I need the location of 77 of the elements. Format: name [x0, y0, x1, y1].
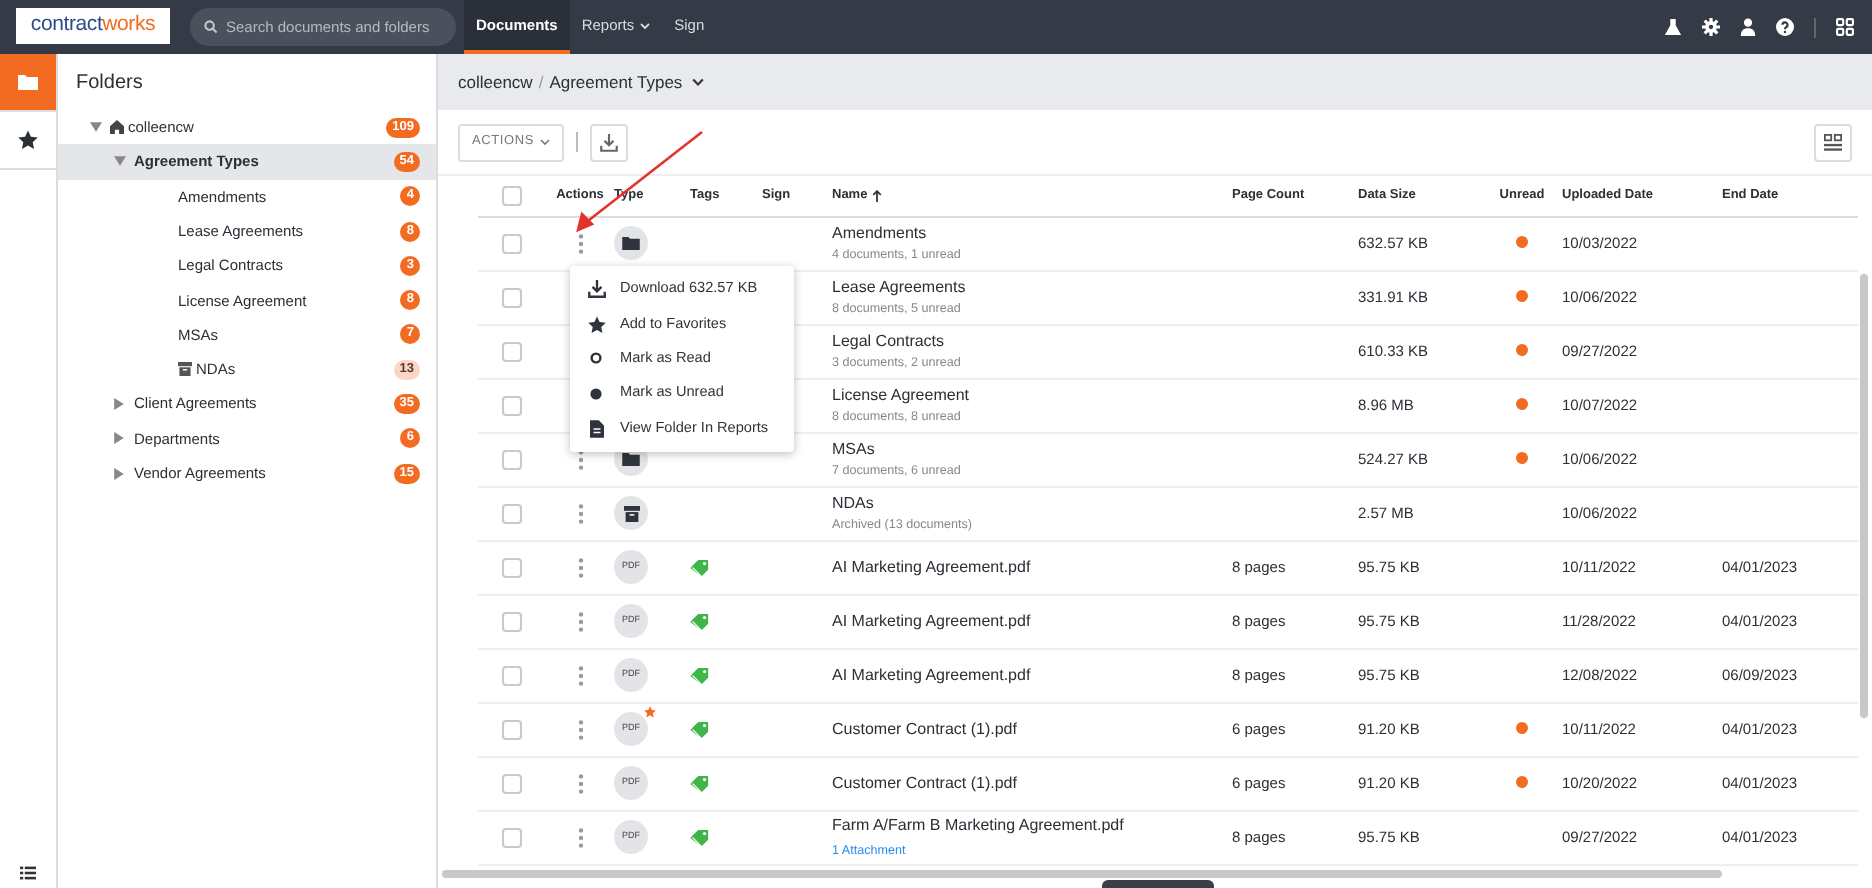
file-name[interactable]: AI Marketing Agreement.pdf — [832, 663, 1232, 687]
checkbox[interactable] — [502, 773, 522, 794]
checkbox[interactable] — [502, 719, 522, 740]
breadcrumb-link[interactable]: colleencw — [458, 69, 533, 95]
download-icon — [587, 280, 605, 299]
drag-handle[interactable] — [1102, 880, 1214, 888]
checkbox[interactable] — [502, 341, 522, 362]
circle-outline-icon — [590, 352, 602, 365]
collapsed-caret-icon[interactable] — [114, 467, 124, 480]
more-actions-icon[interactable] — [577, 557, 583, 578]
checkbox[interactable] — [502, 395, 522, 416]
more-actions-icon[interactable] — [577, 665, 583, 686]
caret-icon[interactable] — [692, 78, 705, 86]
tag-icon[interactable] — [690, 775, 712, 792]
checkbox[interactable] — [502, 503, 522, 524]
document-icon — [589, 419, 603, 438]
folder-icon — [18, 74, 38, 90]
file-name[interactable]: AI Marketing Agreement.pdf — [832, 555, 1232, 579]
layout-icon — [1824, 133, 1842, 151]
breadcrumb-separator: / — [538, 69, 544, 95]
checkbox[interactable] — [502, 611, 522, 632]
tag-icon[interactable] — [690, 667, 712, 684]
download-button[interactable] — [590, 123, 628, 161]
flask-icon[interactable] — [1664, 18, 1682, 36]
more-actions-icon[interactable] — [577, 719, 583, 740]
home-icon — [110, 120, 124, 135]
scrollbar[interactable] — [1860, 274, 1868, 718]
logo: contractworks — [16, 8, 170, 44]
folder-icon — [622, 236, 640, 250]
tag-icon[interactable] — [690, 721, 712, 738]
file-name[interactable]: Farm A/Farm B Marketing Agreement.pdf — [832, 813, 1232, 838]
checkbox[interactable] — [502, 233, 522, 254]
caret-icon — [640, 21, 651, 29]
caret-icon — [540, 138, 550, 146]
download-icon — [600, 133, 618, 151]
scrollbar[interactable] — [442, 870, 1722, 878]
file-name[interactable]: License Agreement — [832, 383, 1232, 408]
checkbox[interactable] — [502, 665, 522, 686]
apps-grid-icon[interactable] — [1836, 18, 1854, 36]
filled-circle-icon — [590, 387, 602, 400]
checkbox[interactable] — [502, 185, 522, 206]
more-actions-icon[interactable] — [577, 233, 583, 254]
breadcrumb-link[interactable]: Agreement Types — [549, 69, 683, 95]
user-icon[interactable] — [1740, 18, 1756, 36]
star-icon — [587, 315, 605, 334]
settings-icon[interactable] — [1702, 18, 1720, 36]
expanded-caret-icon[interactable] — [90, 122, 102, 133]
checkbox[interactable] — [502, 449, 522, 470]
file-name[interactable]: Legal Contracts — [832, 329, 1232, 354]
file-name[interactable]: Customer Contract (1).pdf — [832, 771, 1232, 795]
file-name[interactable]: Amendments — [832, 221, 1232, 246]
collapsed-caret-icon[interactable] — [114, 432, 124, 445]
sort-up-icon — [871, 189, 882, 202]
file-name[interactable]: NDAs — [832, 491, 1232, 516]
tag-icon[interactable] — [690, 613, 712, 630]
file-name[interactable]: MSAs — [832, 437, 1232, 462]
tag-icon[interactable] — [690, 829, 712, 846]
help-icon[interactable] — [1776, 18, 1794, 36]
archive-icon — [623, 505, 639, 521]
more-actions-icon[interactable] — [577, 611, 583, 632]
expanded-caret-icon[interactable] — [114, 156, 126, 167]
panel-title: Folders — [76, 69, 143, 97]
checkbox[interactable] — [502, 287, 522, 308]
view-toggle-button[interactable] — [1814, 123, 1852, 161]
file-name[interactable]: Customer Contract (1).pdf — [832, 717, 1232, 741]
checkbox[interactable] — [502, 827, 522, 848]
file-name[interactable]: Lease Agreements — [832, 275, 1232, 300]
archive-icon — [178, 362, 192, 377]
file-name[interactable]: AI Marketing Agreement.pdf — [832, 609, 1232, 633]
more-actions-icon[interactable] — [577, 503, 583, 524]
tag-icon[interactable] — [690, 559, 712, 576]
more-actions-icon[interactable] — [577, 773, 583, 794]
checkbox[interactable] — [502, 557, 522, 578]
collapsed-caret-icon[interactable] — [114, 398, 124, 411]
star-icon — [18, 130, 38, 150]
list-icon[interactable] — [20, 866, 36, 880]
more-actions-icon[interactable] — [577, 827, 583, 848]
